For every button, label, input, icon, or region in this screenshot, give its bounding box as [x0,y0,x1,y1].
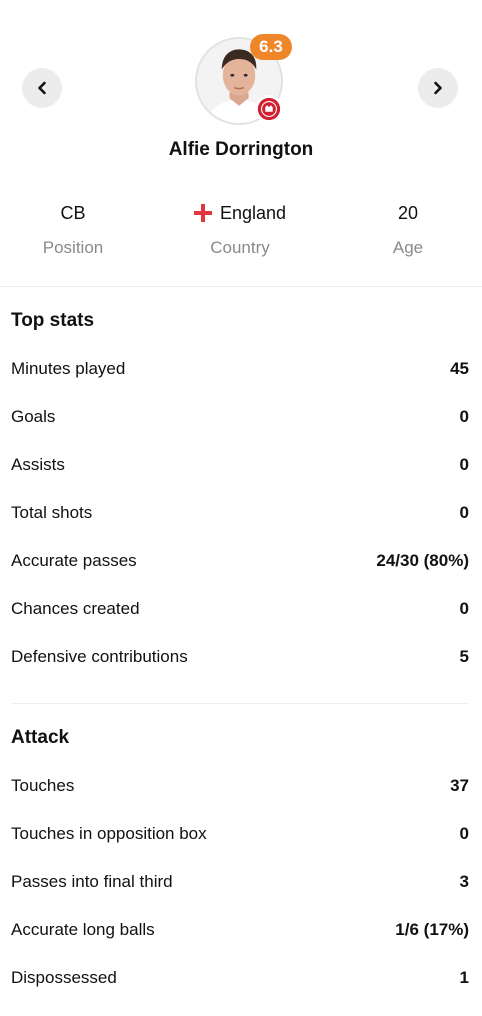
stat-row: Defensive contributions 5 [11,645,469,669]
stat-value: 37 [450,776,469,795]
chevron-left-icon [38,81,46,95]
stat-row: Dispossessed 1 [11,966,469,990]
club-crest-icon [255,95,283,123]
stat-row: Touches in opposition box 0 [11,822,469,846]
age-info: 20 Age [334,202,482,258]
country-value: England [219,202,287,223]
stat-label: Goals [11,407,56,426]
chevron-right-icon [434,81,442,95]
country-info: England Country [146,202,334,258]
age-value: 20 [397,202,419,223]
attack-title: Attack [11,727,70,748]
previous-player-button[interactable] [22,68,62,108]
player-name: Alfie Dorrington [168,139,314,160]
stat-row: Touches 37 [11,774,469,798]
player-info-row: CB Position England Country 20 Age [0,202,482,258]
country-value-wrap: England [146,202,334,224]
stat-value: 0 [459,503,469,522]
age-label: Age [392,238,424,257]
stat-row: Goals 0 [11,405,469,429]
stat-value: 0 [459,824,469,843]
stat-row: Minutes played 45 [11,357,469,381]
stat-label: Touches in opposition box [11,824,207,843]
stat-row: Assists 0 [11,453,469,477]
stat-value: 1 [459,968,469,987]
stat-label: Assists [11,455,65,474]
position-label: Position [42,238,104,257]
stat-label: Accurate passes [11,551,137,570]
position-info: CB Position [0,202,146,258]
stat-row: Total shots 0 [11,501,469,525]
stat-label: Touches [11,776,75,795]
stat-label: Passes into final third [11,872,173,891]
england-flag-icon [193,204,212,222]
stat-value: 0 [459,599,469,618]
stat-row: Accurate passes 24/30 (80%) [11,549,469,573]
stat-row: Chances created 0 [11,597,469,621]
stat-row: Passes into final third 3 [11,870,469,894]
next-player-button[interactable] [418,68,458,108]
stat-label: Total shots [11,503,93,522]
stat-value: 1/6 (17%) [395,920,469,939]
header-divider [0,286,482,287]
stat-value: 0 [459,455,469,474]
position-value: CB [60,202,86,223]
stat-value: 3 [459,872,469,891]
stat-value: 5 [459,647,469,666]
stat-value: 45 [450,359,469,378]
stat-value: 24/30 (80%) [376,551,469,570]
rating-badge: 6.3 [250,34,292,60]
stat-label: Chances created [11,599,140,618]
stat-label: Accurate long balls [11,920,155,939]
player-avatar-container: 6.3 [195,34,292,125]
stat-row: Accurate long balls 1/6 (17%) [11,918,469,942]
player-header: 6.3 Alfie Dorrington CB Position England… [0,0,482,285]
stat-label: Dispossessed [11,968,117,987]
top-stats-title: Top stats [11,310,95,331]
stat-label: Minutes played [11,359,126,378]
stat-value: 0 [459,407,469,426]
stat-label: Defensive contributions [11,647,188,666]
country-label: Country [210,238,270,257]
section-divider [11,703,469,704]
